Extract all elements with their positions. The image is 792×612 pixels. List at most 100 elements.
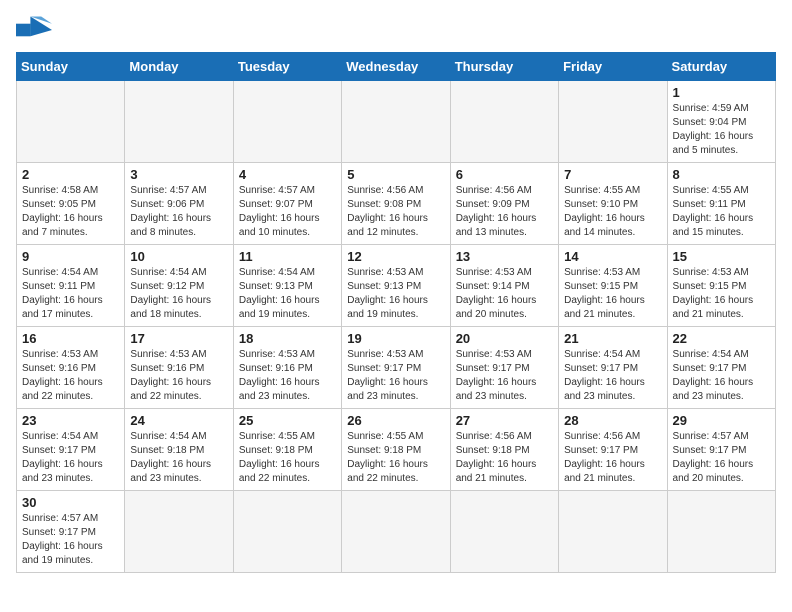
calendar-cell bbox=[667, 491, 775, 573]
calendar-cell bbox=[125, 81, 233, 163]
calendar-cell: 19 Sunrise: 4:53 AM Sunset: 9:17 PM Dayli… bbox=[342, 327, 450, 409]
weekday-header-monday: Monday bbox=[125, 53, 233, 81]
day-number: 21 bbox=[564, 331, 661, 346]
day-info: Sunrise: 4:53 AM Sunset: 9:16 PM Dayligh… bbox=[239, 348, 336, 404]
calendar-cell bbox=[17, 81, 125, 163]
day-number: 23 bbox=[22, 413, 119, 428]
calendar-cell bbox=[233, 81, 341, 163]
calendar-cell: 30 Sunrise: 4:57 AM Sunset: 9:17 PM Dayli… bbox=[17, 491, 125, 573]
day-number: 6 bbox=[456, 167, 553, 182]
day-number: 9 bbox=[22, 249, 119, 264]
day-info: Sunrise: 4:53 AM Sunset: 9:16 PM Dayligh… bbox=[22, 348, 119, 404]
day-info: Sunrise: 4:54 AM Sunset: 9:13 PM Dayligh… bbox=[239, 266, 336, 322]
day-info: Sunrise: 4:56 AM Sunset: 9:08 PM Dayligh… bbox=[347, 184, 444, 240]
day-number: 3 bbox=[130, 167, 227, 182]
calendar-cell bbox=[559, 491, 667, 573]
calendar-cell: 26 Sunrise: 4:55 AM Sunset: 9:18 PM Dayli… bbox=[342, 409, 450, 491]
calendar-cell: 28 Sunrise: 4:56 AM Sunset: 9:17 PM Dayli… bbox=[559, 409, 667, 491]
calendar-cell: 5 Sunrise: 4:56 AM Sunset: 9:08 PM Daylig… bbox=[342, 163, 450, 245]
day-info: Sunrise: 4:56 AM Sunset: 9:09 PM Dayligh… bbox=[456, 184, 553, 240]
day-info: Sunrise: 4:54 AM Sunset: 9:17 PM Dayligh… bbox=[22, 430, 119, 486]
calendar-cell: 3 Sunrise: 4:57 AM Sunset: 9:06 PM Daylig… bbox=[125, 163, 233, 245]
calendar-cell: 22 Sunrise: 4:54 AM Sunset: 9:17 PM Dayli… bbox=[667, 327, 775, 409]
day-number: 20 bbox=[456, 331, 553, 346]
calendar-cell: 21 Sunrise: 4:54 AM Sunset: 9:17 PM Dayli… bbox=[559, 327, 667, 409]
general-blue-logo-icon bbox=[16, 16, 52, 44]
calendar-cell: 4 Sunrise: 4:57 AM Sunset: 9:07 PM Daylig… bbox=[233, 163, 341, 245]
day-number: 12 bbox=[347, 249, 444, 264]
day-info: Sunrise: 4:53 AM Sunset: 9:17 PM Dayligh… bbox=[347, 348, 444, 404]
calendar-body: 1 Sunrise: 4:59 AM Sunset: 9:04 PM Daylig… bbox=[17, 81, 776, 573]
day-number: 16 bbox=[22, 331, 119, 346]
day-number: 2 bbox=[22, 167, 119, 182]
day-number: 4 bbox=[239, 167, 336, 182]
calendar-table: SundayMondayTuesdayWednesdayThursdayFrid… bbox=[16, 52, 776, 573]
day-number: 13 bbox=[456, 249, 553, 264]
calendar-cell: 9Sunrise: 4:54 AM Sunset: 9:11 PM Daylig… bbox=[17, 245, 125, 327]
day-info: Sunrise: 4:53 AM Sunset: 9:13 PM Dayligh… bbox=[347, 266, 444, 322]
calendar-cell bbox=[125, 491, 233, 573]
day-number: 5 bbox=[347, 167, 444, 182]
calendar-cell: 29Sunrise: 4:57 AM Sunset: 9:17 PM Dayli… bbox=[667, 409, 775, 491]
day-number: 18 bbox=[239, 331, 336, 346]
weekday-header-sunday: Sunday bbox=[17, 53, 125, 81]
day-number: 27 bbox=[456, 413, 553, 428]
day-number: 10 bbox=[130, 249, 227, 264]
calendar-cell: 14Sunrise: 4:53 AM Sunset: 9:15 PM Dayli… bbox=[559, 245, 667, 327]
calendar-cell: 1 Sunrise: 4:59 AM Sunset: 9:04 PM Daylig… bbox=[667, 81, 775, 163]
day-info: Sunrise: 4:55 AM Sunset: 9:10 PM Dayligh… bbox=[564, 184, 661, 240]
weekday-header-row: SundayMondayTuesdayWednesdayThursdayFrid… bbox=[17, 53, 776, 81]
calendar-week-row: 1 Sunrise: 4:59 AM Sunset: 9:04 PM Daylig… bbox=[17, 81, 776, 163]
day-info: Sunrise: 4:55 AM Sunset: 9:18 PM Dayligh… bbox=[347, 430, 444, 486]
day-info: Sunrise: 4:57 AM Sunset: 9:07 PM Dayligh… bbox=[239, 184, 336, 240]
calendar-cell: 13Sunrise: 4:53 AM Sunset: 9:14 PM Dayli… bbox=[450, 245, 558, 327]
header bbox=[16, 16, 776, 44]
day-number: 19 bbox=[347, 331, 444, 346]
day-info: Sunrise: 4:57 AM Sunset: 9:06 PM Dayligh… bbox=[130, 184, 227, 240]
calendar-cell: 12 Sunrise: 4:53 AM Sunset: 9:13 PM Dayli… bbox=[342, 245, 450, 327]
day-number: 28 bbox=[564, 413, 661, 428]
calendar-cell bbox=[342, 81, 450, 163]
calendar-cell bbox=[450, 81, 558, 163]
calendar-cell: 8Sunrise: 4:55 AM Sunset: 9:11 PM Daylig… bbox=[667, 163, 775, 245]
calendar-week-row: 9Sunrise: 4:54 AM Sunset: 9:11 PM Daylig… bbox=[17, 245, 776, 327]
logo bbox=[16, 16, 56, 44]
calendar-cell bbox=[559, 81, 667, 163]
day-number: 24 bbox=[130, 413, 227, 428]
day-info: Sunrise: 4:53 AM Sunset: 9:15 PM Dayligh… bbox=[673, 266, 770, 322]
calendar-cell: 18 Sunrise: 4:53 AM Sunset: 9:16 PM Dayli… bbox=[233, 327, 341, 409]
day-number: 30 bbox=[22, 495, 119, 510]
calendar-week-row: 23 Sunrise: 4:54 AM Sunset: 9:17 PM Dayli… bbox=[17, 409, 776, 491]
weekday-header-thursday: Thursday bbox=[450, 53, 558, 81]
day-number: 22 bbox=[673, 331, 770, 346]
calendar-cell: 23 Sunrise: 4:54 AM Sunset: 9:17 PM Dayli… bbox=[17, 409, 125, 491]
calendar-cell: 11Sunrise: 4:54 AM Sunset: 9:13 PM Dayli… bbox=[233, 245, 341, 327]
weekday-header-saturday: Saturday bbox=[667, 53, 775, 81]
calendar-cell bbox=[450, 491, 558, 573]
day-number: 1 bbox=[673, 85, 770, 100]
day-number: 26 bbox=[347, 413, 444, 428]
calendar-cell: 6 Sunrise: 4:56 AM Sunset: 9:09 PM Daylig… bbox=[450, 163, 558, 245]
day-info: Sunrise: 4:54 AM Sunset: 9:17 PM Dayligh… bbox=[564, 348, 661, 404]
day-info: Sunrise: 4:59 AM Sunset: 9:04 PM Dayligh… bbox=[673, 102, 770, 158]
day-info: Sunrise: 4:55 AM Sunset: 9:18 PM Dayligh… bbox=[239, 430, 336, 486]
day-info: Sunrise: 4:53 AM Sunset: 9:16 PM Dayligh… bbox=[130, 348, 227, 404]
day-number: 25 bbox=[239, 413, 336, 428]
day-info: Sunrise: 4:57 AM Sunset: 9:17 PM Dayligh… bbox=[673, 430, 770, 486]
day-info: Sunrise: 4:53 AM Sunset: 9:17 PM Dayligh… bbox=[456, 348, 553, 404]
day-number: 14 bbox=[564, 249, 661, 264]
day-info: Sunrise: 4:56 AM Sunset: 9:17 PM Dayligh… bbox=[564, 430, 661, 486]
calendar-cell: 27Sunrise: 4:56 AM Sunset: 9:18 PM Dayli… bbox=[450, 409, 558, 491]
day-info: Sunrise: 4:57 AM Sunset: 9:17 PM Dayligh… bbox=[22, 512, 119, 568]
day-info: Sunrise: 4:54 AM Sunset: 9:17 PM Dayligh… bbox=[673, 348, 770, 404]
day-number: 7 bbox=[564, 167, 661, 182]
calendar-cell: 17Sunrise: 4:53 AM Sunset: 9:16 PM Dayli… bbox=[125, 327, 233, 409]
calendar-cell: 15Sunrise: 4:53 AM Sunset: 9:15 PM Dayli… bbox=[667, 245, 775, 327]
calendar-cell: 2Sunrise: 4:58 AM Sunset: 9:05 PM Daylig… bbox=[17, 163, 125, 245]
calendar-cell bbox=[342, 491, 450, 573]
calendar-cell bbox=[233, 491, 341, 573]
calendar-week-row: 2Sunrise: 4:58 AM Sunset: 9:05 PM Daylig… bbox=[17, 163, 776, 245]
calendar-cell: 20 Sunrise: 4:53 AM Sunset: 9:17 PM Dayli… bbox=[450, 327, 558, 409]
day-number: 8 bbox=[673, 167, 770, 182]
calendar-cell: 25 Sunrise: 4:55 AM Sunset: 9:18 PM Dayli… bbox=[233, 409, 341, 491]
